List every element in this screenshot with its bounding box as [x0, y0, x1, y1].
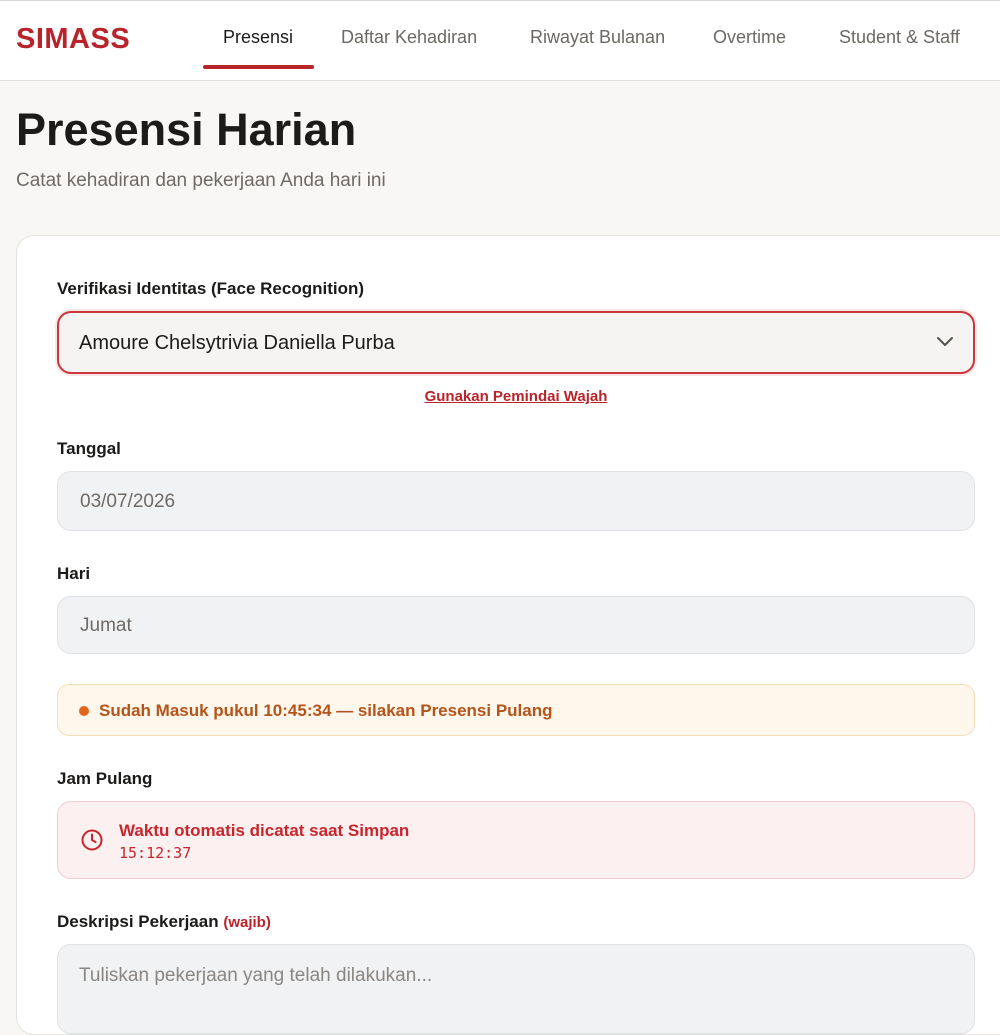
- date-label: Tanggal: [57, 439, 121, 458]
- status-text: Sudah Masuk pukul 10:45:34 — silakan Pre…: [99, 701, 553, 720]
- clock-icon: [81, 829, 103, 851]
- description-placeholder: Tuliskan pekerjaan yang telah dilakukan.…: [79, 965, 433, 986]
- chevron-down-icon: [937, 337, 953, 346]
- identity-select[interactable]: Amoure Chelsytrivia Daniella Purba: [57, 311, 975, 374]
- page-subtitle: Catat kehadiran dan pekerjaan Anda hari …: [16, 170, 386, 191]
- date-value: 03/07/2026: [80, 491, 176, 512]
- required-marker: (wajib): [223, 914, 271, 931]
- tab-overtime[interactable]: Overtime: [713, 1, 786, 81]
- date-field[interactable]: 03/07/2026: [57, 471, 975, 531]
- checkout-auto-note: Waktu otomatis dicatat saat Simpan: [119, 821, 410, 840]
- tab-daftar-kehadiran[interactable]: Daftar Kehadiran: [341, 1, 477, 81]
- face-scanner-link[interactable]: Gunakan Pemindai Wajah: [0, 388, 1000, 405]
- identity-selected-value: Amoure Chelsytrivia Daniella Purba: [79, 332, 395, 354]
- tab-presensi[interactable]: Presensi: [223, 1, 293, 81]
- identity-label: Verifikasi Identitas (Face Recognition): [57, 279, 365, 298]
- tab-riwayat-bulanan[interactable]: Riwayat Bulanan: [530, 1, 665, 81]
- day-value: Jumat: [80, 615, 132, 636]
- checkin-status-banner: Sudah Masuk pukul 10:45:34 — silakan Pre…: [57, 684, 975, 736]
- page-title: Presensi Harian: [16, 104, 357, 155]
- checkout-label: Jam Pulang: [57, 769, 153, 788]
- day-field[interactable]: Jumat: [57, 596, 975, 654]
- description-label-text: Deskripsi Pekerjaan: [57, 912, 219, 931]
- face-scanner-link-text[interactable]: Gunakan Pemindai Wajah: [425, 388, 608, 405]
- status-dot-icon: [79, 706, 89, 716]
- day-label: Hari: [57, 564, 91, 583]
- checkout-time-value: 15:12:37: [119, 844, 192, 862]
- brand-logo[interactable]: SIMASS: [16, 23, 130, 56]
- description-label: Deskripsi Pekerjaan (wajib): [57, 912, 271, 932]
- tab-student-staff[interactable]: Student & Staff: [839, 1, 960, 81]
- active-tab-indicator: [203, 65, 314, 69]
- description-textarea[interactable]: Tuliskan pekerjaan yang telah dilakukan.…: [57, 944, 975, 1034]
- checkout-time-box: Waktu otomatis dicatat saat Simpan 15:12…: [57, 801, 975, 879]
- top-navbar: SIMASS Presensi Daftar Kehadiran Riwayat…: [0, 0, 1000, 81]
